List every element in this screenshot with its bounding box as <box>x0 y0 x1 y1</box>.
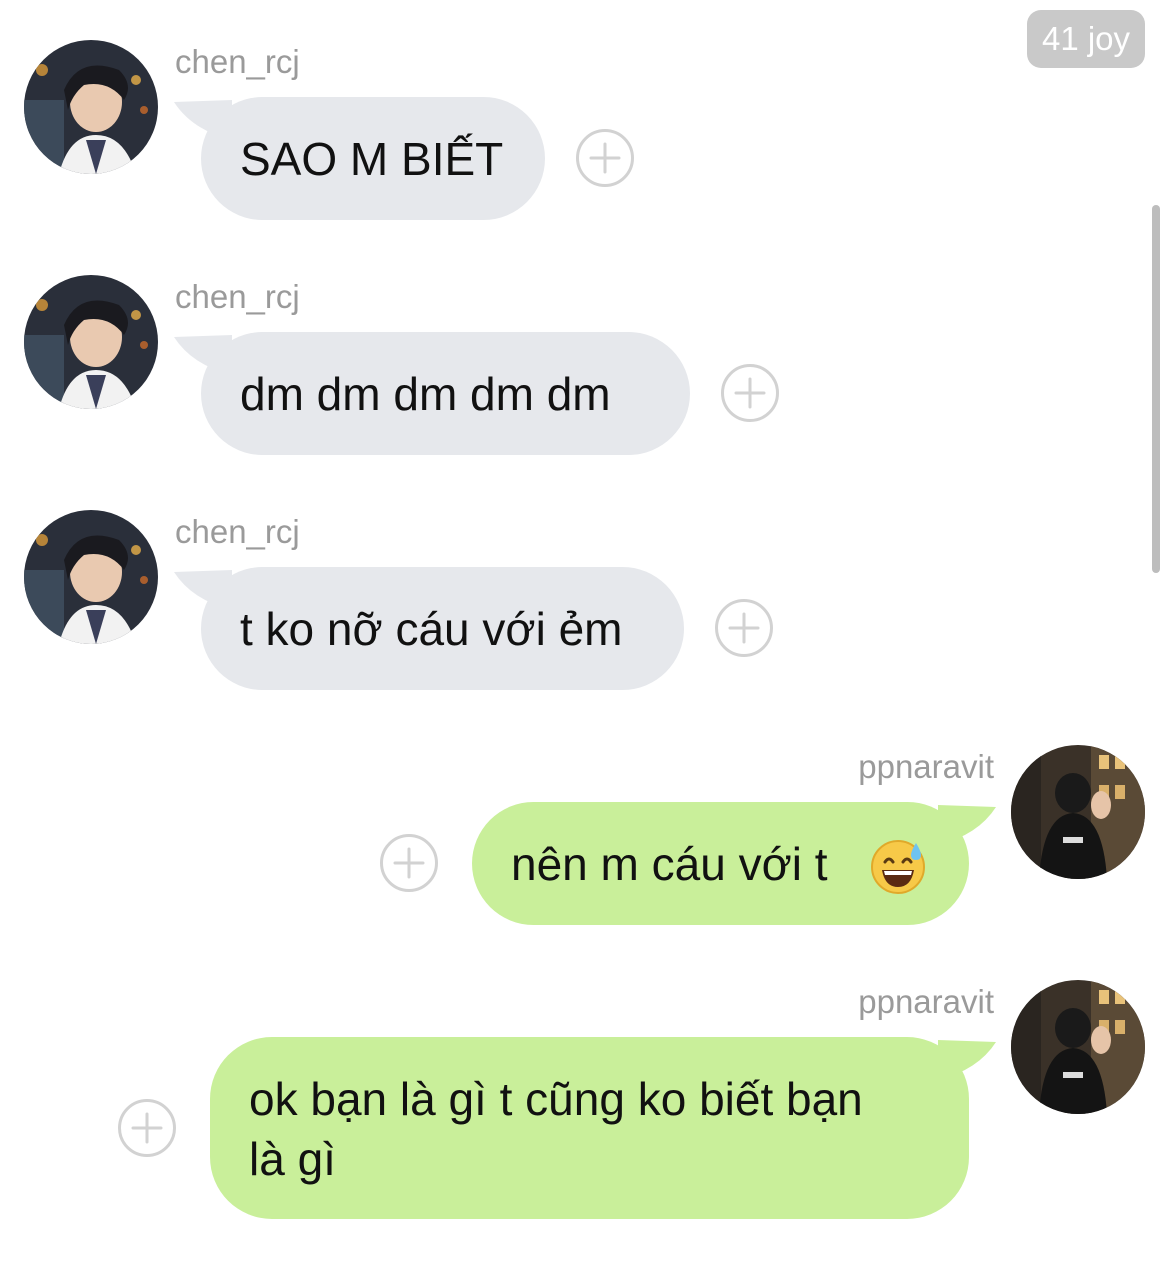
plus-icon <box>393 847 425 879</box>
add-reaction-button[interactable] <box>380 834 438 892</box>
plus-icon <box>728 612 760 644</box>
message-text: dm dm dm dm dm <box>240 368 611 420</box>
sweat-smile-emoji <box>871 840 925 894</box>
avatar[interactable] <box>24 275 158 409</box>
message-text: ok bạn là gì t cũng ko biết bạn là gì <box>249 1073 863 1185</box>
sender-name: ppnaravit <box>858 983 994 1020</box>
message-bubble[interactable]: ok bạn là gì t cũng ko biết bạn là gì <box>210 1037 969 1219</box>
message-bubble[interactable]: nên m cáu với t <box>472 802 969 925</box>
message-bubble[interactable]: SAO M BIẾT <box>201 97 545 220</box>
add-reaction-button[interactable] <box>715 599 773 657</box>
message-bubble[interactable]: dm dm dm dm dm <box>201 332 690 455</box>
add-reaction-button[interactable] <box>721 364 779 422</box>
sender-name: chen_rcj <box>175 513 300 550</box>
add-reaction-button[interactable] <box>576 129 634 187</box>
sender-name: ppnaravit <box>858 748 994 785</box>
plus-icon <box>131 1112 163 1144</box>
message-text: SAO M BIẾT <box>240 133 504 185</box>
avatar[interactable] <box>24 40 158 174</box>
message-bubble[interactable]: t ko nỡ cáu với ẻm <box>201 567 684 690</box>
add-reaction-button[interactable] <box>118 1099 176 1157</box>
plus-icon <box>734 377 766 409</box>
unread-count-badge[interactable]: 41 joy <box>1027 10 1145 68</box>
avatar[interactable] <box>1011 745 1145 879</box>
scrollbar[interactable] <box>1152 205 1160 573</box>
sender-name: chen_rcj <box>175 278 300 315</box>
avatar[interactable] <box>1011 980 1145 1114</box>
plus-icon <box>589 142 621 174</box>
message-text: nên m cáu với t <box>511 838 828 890</box>
message-text: t ko nỡ cáu với ẻm <box>240 603 623 655</box>
avatar[interactable] <box>24 510 158 644</box>
sender-name: chen_rcj <box>175 43 300 80</box>
